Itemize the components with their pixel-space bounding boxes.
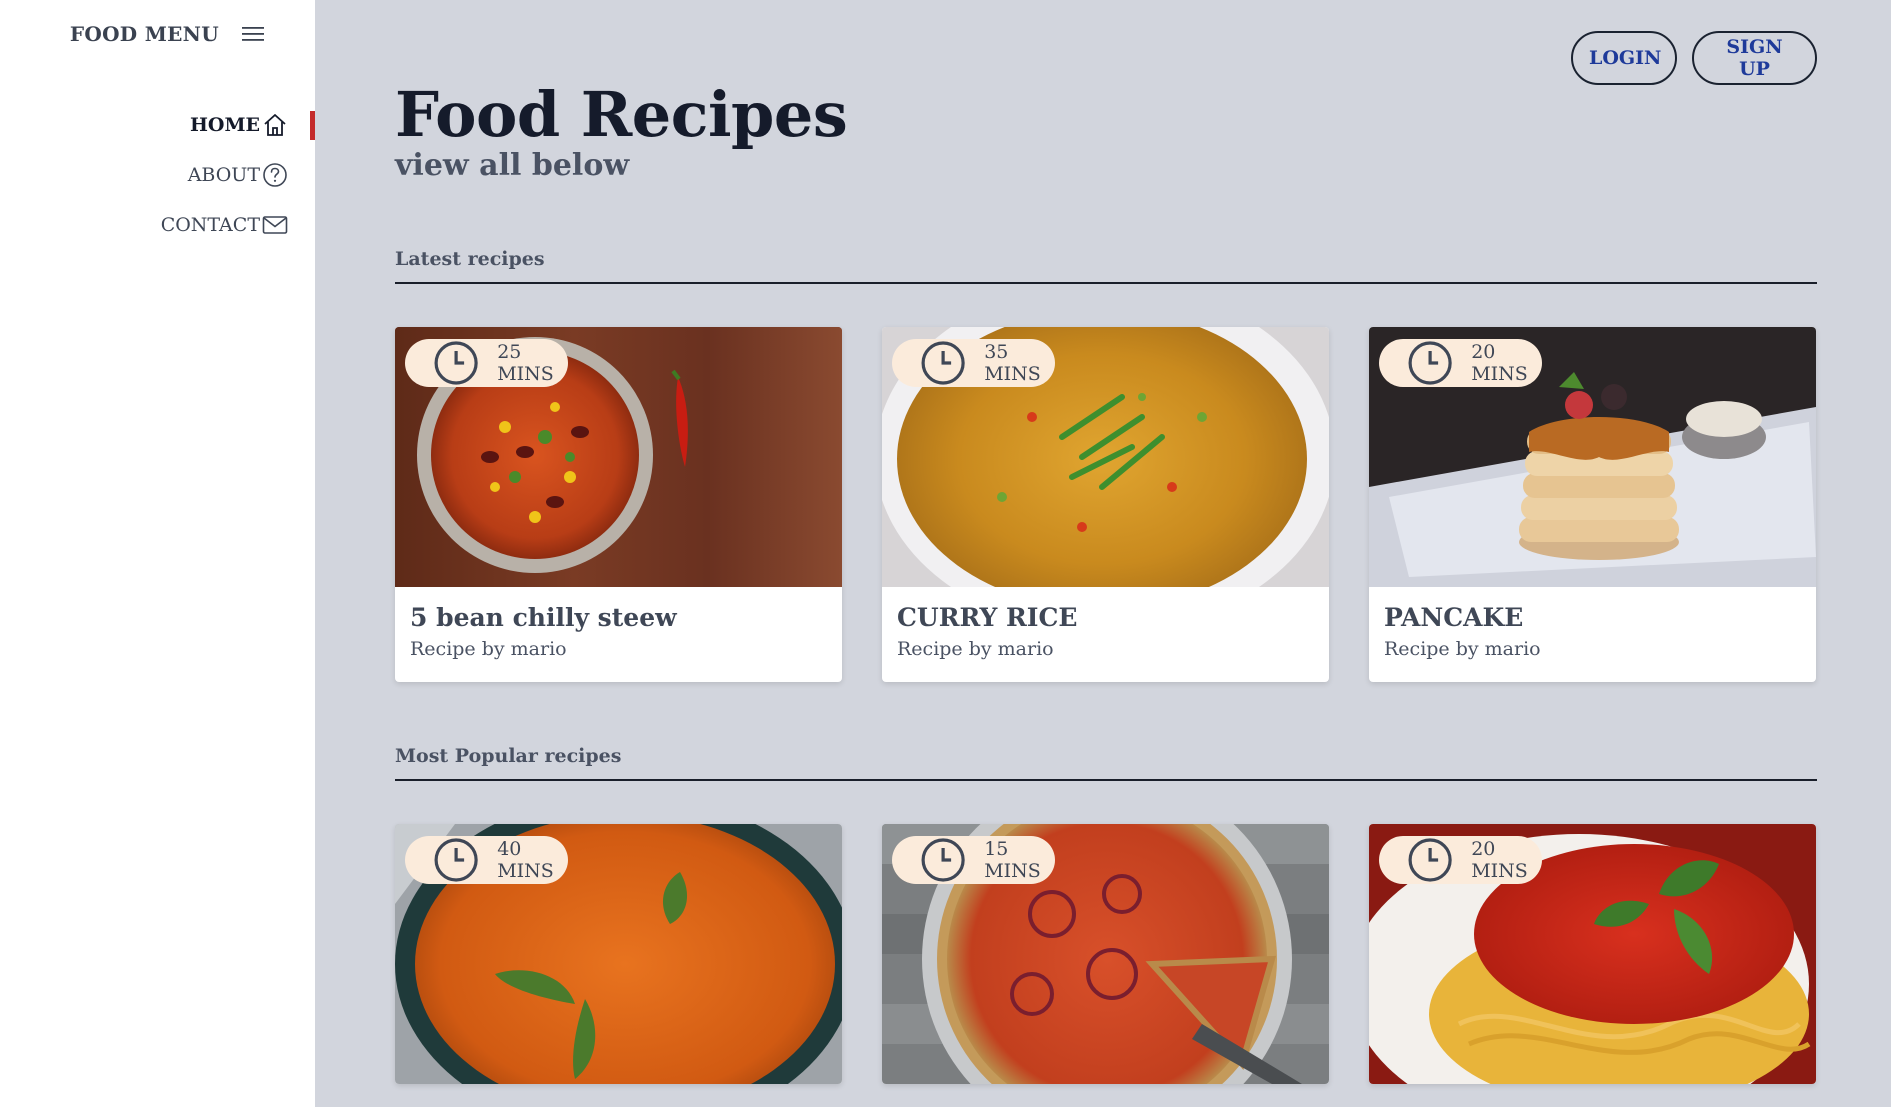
- sidebar-item-label: HOME: [189, 114, 260, 136]
- section-title: Latest recipes: [395, 248, 545, 270]
- recipe-image: 15 MINS: [882, 824, 1329, 1084]
- time-label: 20 MINS: [1471, 341, 1528, 385]
- recipe-image: 25 MINS: [395, 327, 842, 587]
- recipe-card-body: 5 bean chilly steew Recipe by mario: [395, 587, 842, 682]
- section-title: Most Popular recipes: [395, 745, 622, 767]
- home-icon: [264, 114, 286, 136]
- brand-title: FOOD MENU: [69, 22, 219, 46]
- popular-recipes-list: 40 MINS 15 MINS 20 MINS: [395, 824, 1816, 1084]
- clock-icon: [921, 838, 965, 882]
- recipe-title: PANCAKE: [1384, 603, 1524, 632]
- sidebar-item-label: ABOUT: [187, 164, 260, 186]
- question-circle-icon: [263, 163, 287, 187]
- recipe-author: Recipe by mario: [1384, 638, 1541, 660]
- time-label: 35 MINS: [984, 341, 1041, 385]
- hamburger-icon[interactable]: [241, 25, 265, 43]
- clock-icon: [1408, 341, 1452, 385]
- time-badge: 20 MINS: [1379, 339, 1542, 387]
- time-badge: 25 MINS: [405, 339, 568, 387]
- time-badge: 15 MINS: [892, 836, 1055, 884]
- recipe-author: Recipe by mario: [897, 638, 1054, 660]
- clock-icon: [921, 341, 965, 385]
- envelope-icon: [262, 216, 288, 234]
- time-label: 15 MINS: [984, 838, 1041, 882]
- recipe-card[interactable]: 20 MINS: [1369, 824, 1816, 1084]
- sidebar-item-about[interactable]: ABOUT: [0, 158, 315, 192]
- time-label: 20 MINS: [1471, 838, 1528, 882]
- auth-buttons: LOGIN SIGN UP: [1571, 31, 1817, 85]
- latest-recipes-list: 25 MINS 5 bean chilly steew Recipe by ma…: [395, 327, 1816, 682]
- recipe-card[interactable]: 15 MINS: [882, 824, 1329, 1084]
- page-subtitle: view all below: [395, 148, 630, 183]
- latest-recipes-header: Latest recipes: [395, 248, 1817, 284]
- recipe-title: CURRY RICE: [897, 603, 1078, 632]
- recipe-title: 5 bean chilly steew: [410, 603, 677, 632]
- page-title: Food Recipes: [395, 78, 848, 151]
- sidebar: FOOD MENU HOME ABOUT CONTACT: [0, 0, 315, 1107]
- recipe-image: 35 MINS: [882, 327, 1329, 587]
- sidebar-item-label: CONTACT: [160, 214, 260, 236]
- signup-button[interactable]: SIGN UP: [1692, 31, 1817, 85]
- time-badge: 20 MINS: [1379, 836, 1542, 884]
- recipe-card[interactable]: 40 MINS: [395, 824, 842, 1084]
- clock-icon: [434, 341, 478, 385]
- main-content: LOGIN SIGN UP Food Recipes view all belo…: [315, 0, 1891, 1107]
- time-label: 25 MINS: [497, 341, 554, 385]
- popular-recipes-header: Most Popular recipes: [395, 745, 1817, 781]
- recipe-card[interactable]: 20 MINS PANCAKE Recipe by mario: [1369, 327, 1816, 682]
- recipe-card[interactable]: 25 MINS 5 bean chilly steew Recipe by ma…: [395, 327, 842, 682]
- app-root: FOOD MENU HOME ABOUT CONTACT LOGIN SIGN …: [0, 0, 1891, 1107]
- clock-icon: [434, 838, 478, 882]
- sidebar-nav: HOME ABOUT CONTACT: [0, 108, 315, 258]
- recipe-card[interactable]: 35 MINS CURRY RICE Recipe by mario: [882, 327, 1329, 682]
- brand: FOOD MENU: [70, 22, 265, 46]
- time-badge: 40 MINS: [405, 836, 568, 884]
- recipe-card-body: PANCAKE Recipe by mario: [1369, 587, 1816, 682]
- recipe-author: Recipe by mario: [410, 638, 567, 660]
- sidebar-item-home[interactable]: HOME: [0, 108, 315, 142]
- time-label: 40 MINS: [497, 838, 554, 882]
- recipe-image: 20 MINS: [1369, 327, 1816, 587]
- clock-icon: [1408, 838, 1452, 882]
- recipe-image: 40 MINS: [395, 824, 842, 1084]
- login-button[interactable]: LOGIN: [1571, 31, 1677, 85]
- recipe-card-body: CURRY RICE Recipe by mario: [882, 587, 1329, 682]
- recipe-image: 20 MINS: [1369, 824, 1816, 1084]
- sidebar-item-contact[interactable]: CONTACT: [0, 208, 315, 242]
- time-badge: 35 MINS: [892, 339, 1055, 387]
